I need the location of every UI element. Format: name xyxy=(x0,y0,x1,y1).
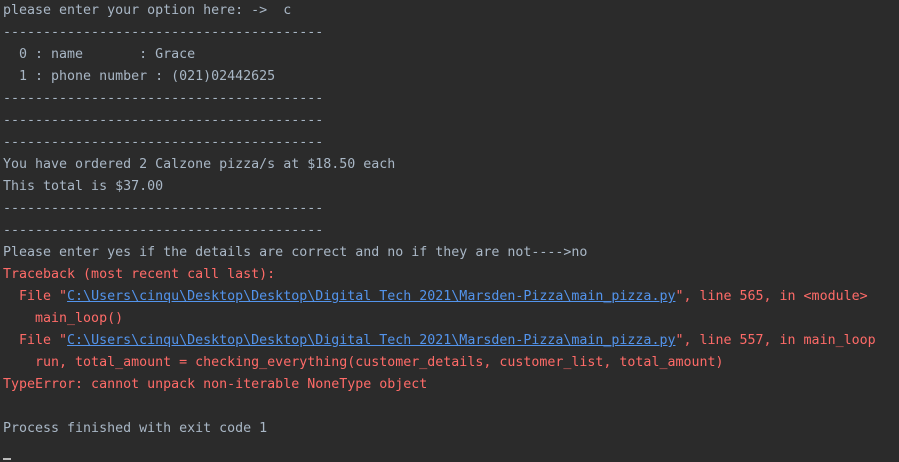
text-cursor xyxy=(3,458,11,460)
traceback-file-prefix: File " xyxy=(3,289,68,304)
run-console[interactable]: please enter your option here: -> c ----… xyxy=(3,0,897,462)
separator-line: ---------------------------------------- xyxy=(3,113,324,128)
separator-line: ---------------------------------------- xyxy=(3,201,324,216)
traceback-file-suffix: ", line 557, in main_loop xyxy=(675,333,876,348)
separator-line: ---------------------------------------- xyxy=(3,25,324,40)
console-line: This total is $37.00 xyxy=(3,179,164,194)
console-line: 1 : phone number : (021)02442625 xyxy=(3,69,276,84)
error-message: TypeError: cannot unpack non-iterable No… xyxy=(3,377,428,392)
console-line: please enter your option here: -> c xyxy=(3,3,292,18)
file-path-link[interactable]: C:\Users\cinqu\Desktop\Desktop\Digital T… xyxy=(67,333,675,348)
traceback-header: Traceback (most recent call last): xyxy=(3,267,276,282)
file-path-link[interactable]: C:\Users\cinqu\Desktop\Desktop\Digital T… xyxy=(67,289,675,304)
traceback-code-line: main_loop() xyxy=(3,311,124,326)
console-line: You have ordered 2 Calzone pizza/s at $1… xyxy=(3,157,396,172)
traceback-file-prefix: File " xyxy=(3,333,68,348)
traceback-frame: File "C:\Users\cinqu\Desktop\Desktop\Dig… xyxy=(3,286,897,308)
traceback-file-suffix: ", line 565, in <module> xyxy=(675,289,868,304)
console-line: Please enter yes if the details are corr… xyxy=(3,245,588,260)
separator-line: ---------------------------------------- xyxy=(3,223,324,238)
console-line: 0 : name : Grace xyxy=(3,47,196,62)
process-finished-line: Process finished with exit code 1 xyxy=(3,421,268,436)
traceback-code-line: run, total_amount = checking_everything(… xyxy=(3,355,724,370)
input-line[interactable] xyxy=(3,440,897,462)
separator-line: ---------------------------------------- xyxy=(3,135,324,150)
traceback-frame: File "C:\Users\cinqu\Desktop\Desktop\Dig… xyxy=(3,330,897,352)
separator-line: ---------------------------------------- xyxy=(3,91,324,106)
